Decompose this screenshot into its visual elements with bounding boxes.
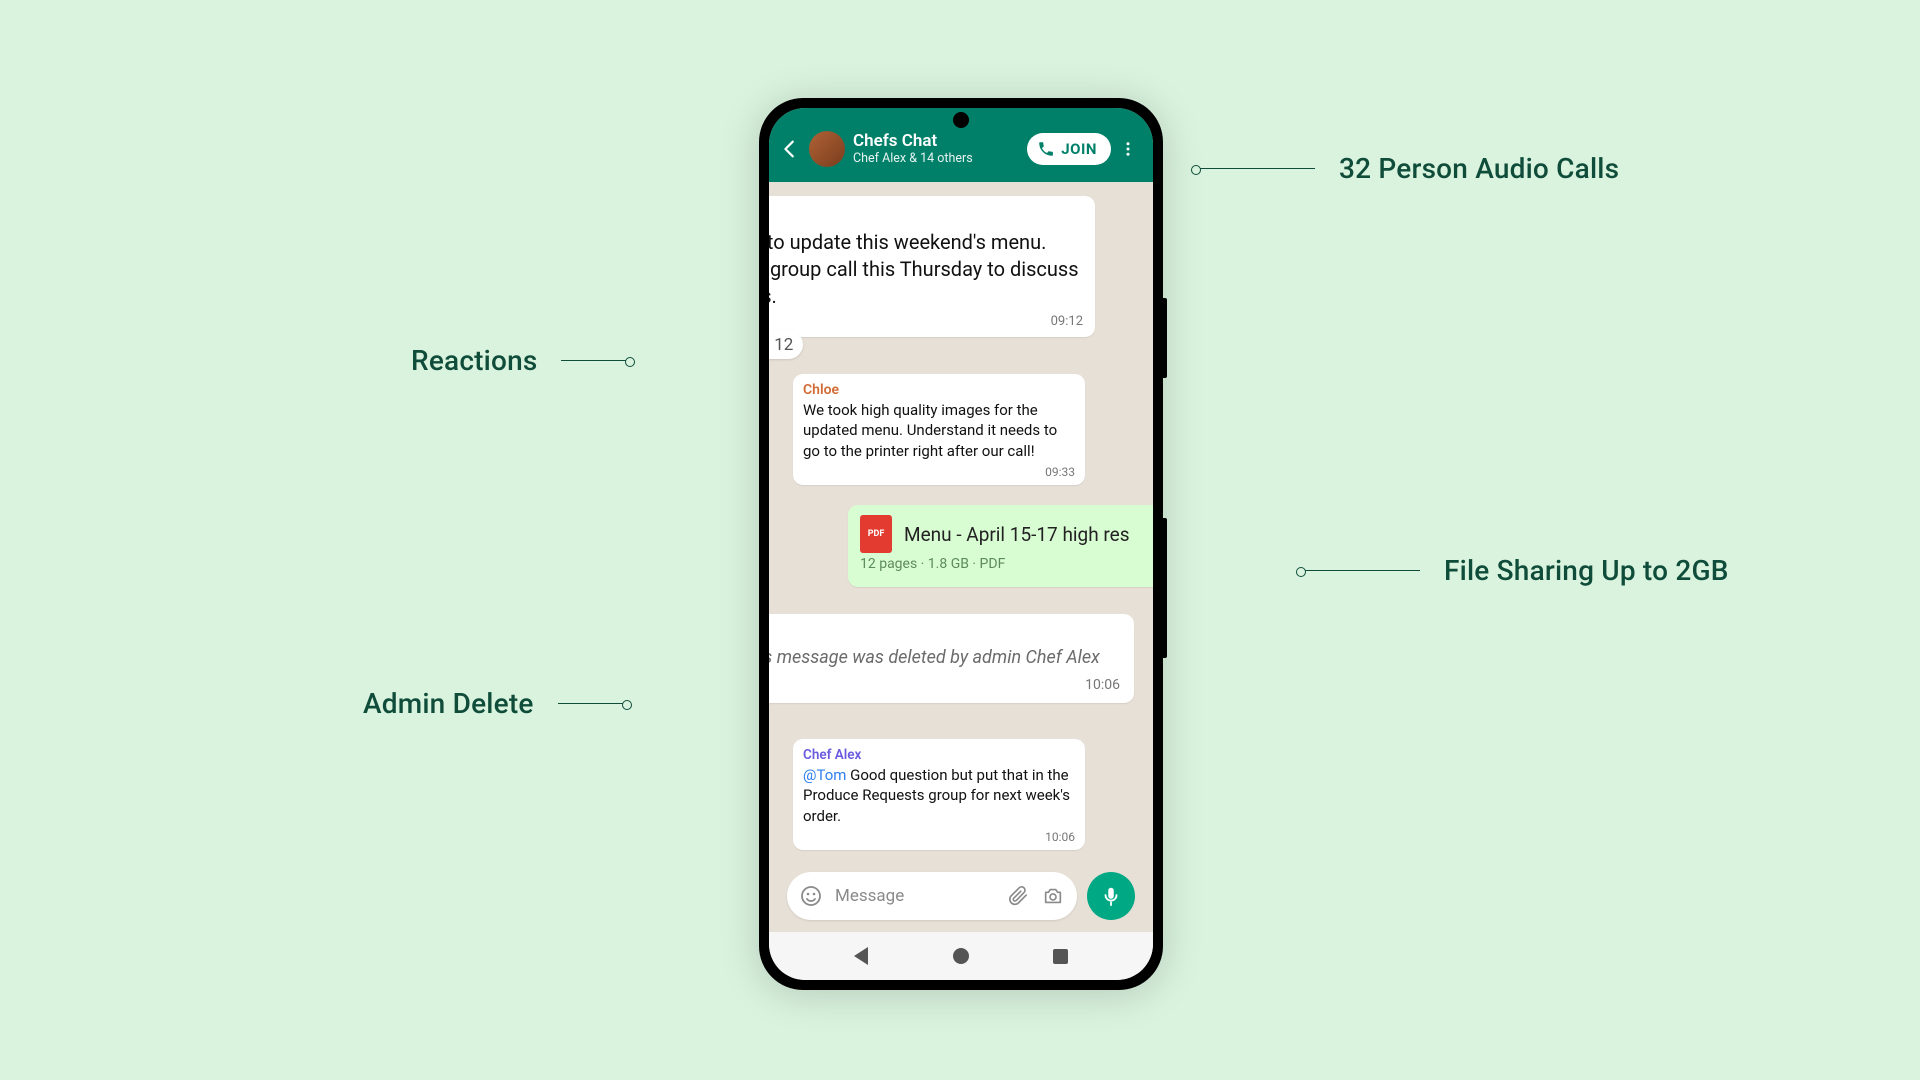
nav-back-icon[interactable]: [854, 947, 868, 965]
message-sender: Chloe: [803, 382, 1075, 398]
overflow-menu-icon[interactable]: [1119, 138, 1143, 160]
mic-button[interactable]: [1087, 872, 1135, 920]
phone-icon: [1037, 140, 1055, 158]
pdf-icon: [860, 515, 892, 553]
message-chef-alex-2[interactable]: Chef Alex @Tom Good question but put tha…: [793, 739, 1085, 850]
message-text: We took high quality images for the upda…: [803, 400, 1075, 461]
chat-title-block[interactable]: Chefs Chat Chef Alex & 14 others: [853, 132, 1019, 166]
message-deleted-by-admin[interactable]: Tom This message was deleted by admin Ch…: [769, 614, 1134, 703]
group-avatar[interactable]: [809, 131, 845, 167]
message-sender: Tom: [769, 624, 1120, 645]
callout-admin-delete: Admin Delete: [363, 687, 628, 720]
message-reactions[interactable]: 👍🙏😀 12: [769, 330, 803, 359]
composer: Message: [787, 872, 1135, 920]
phone-screen: Chefs Chat Chef Alex & 14 others JOIN Ch…: [769, 108, 1153, 980]
message-input[interactable]: Message: [787, 872, 1077, 920]
message-file-attachment[interactable]: Menu - April 15-17 high res 12 pages · 1…: [848, 505, 1153, 587]
message-chloe[interactable]: Chloe We took high quality images for th…: [793, 374, 1085, 485]
reaction-count: 12: [774, 335, 793, 355]
attach-icon[interactable]: [1007, 885, 1029, 907]
file-meta: 12 pages · 1.8 GB · PDF: [860, 556, 1005, 572]
chat-body: Chef Alex Working to update this weekend…: [769, 182, 1153, 980]
message-chef-alex-1[interactable]: Chef Alex Working to update this weekend…: [769, 196, 1095, 337]
camera-dot: [953, 112, 969, 128]
back-arrow-icon[interactable]: [779, 138, 801, 160]
callout-file-sharing: File Sharing Up to 2GB: [1300, 554, 1729, 587]
callout-reactions: Reactions: [411, 344, 631, 377]
message-sender: Chef Alex: [769, 206, 1083, 227]
mention[interactable]: @Tom: [803, 766, 846, 784]
camera-icon[interactable]: [1041, 885, 1065, 907]
message-time: 10:06: [1085, 677, 1120, 693]
message-text: Working to update this weekend's menu. E…: [769, 229, 1083, 310]
chat-subtitle: Chef Alex & 14 others: [853, 151, 1019, 166]
android-nav-bar: [769, 932, 1153, 980]
deleted-text: This message was deleted by admin Chef A…: [769, 647, 1120, 668]
emoji-icon[interactable]: [799, 884, 823, 908]
message-time: 10:06: [1045, 830, 1075, 844]
message-placeholder: Message: [835, 886, 995, 906]
message-time: 09:12: [1051, 314, 1083, 329]
nav-recent-icon[interactable]: [1053, 949, 1068, 964]
message-sender: Chef Alex: [803, 747, 1075, 763]
file-name: Menu - April 15-17 high res: [904, 523, 1130, 546]
join-call-button[interactable]: JOIN: [1027, 133, 1111, 165]
callout-audio-calls: 32 Person Audio Calls: [1195, 152, 1619, 185]
message-text: @Tom Good question but put that in the P…: [803, 765, 1075, 826]
nav-home-icon[interactable]: [953, 948, 969, 964]
phone-frame: Chefs Chat Chef Alex & 14 others JOIN Ch…: [759, 98, 1163, 990]
message-time: 09:33: [1045, 465, 1075, 479]
join-label: JOIN: [1061, 140, 1097, 158]
chat-title: Chefs Chat: [853, 132, 1019, 151]
